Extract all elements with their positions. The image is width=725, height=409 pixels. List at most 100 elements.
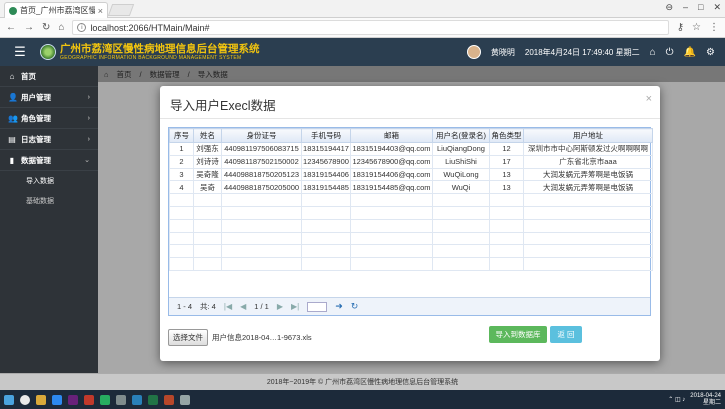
sidebar: ⌂ 首页 👤 用户管理 › 👥 角色管理 › ▤ 日志管理 › ▮ 数据管理 ⌄…	[0, 66, 98, 373]
table-row-empty	[169, 218, 653, 233]
table-row-empty	[169, 231, 653, 246]
chart-icon: ▮	[9, 155, 15, 165]
gear-icon[interactable]: ⚙	[706, 47, 715, 58]
table-cell: 13	[489, 180, 524, 195]
app-icon[interactable]	[116, 394, 126, 405]
table-cell: 刘强东	[193, 142, 222, 156]
column-header[interactable]: 序号	[169, 128, 194, 143]
log-icon: ▤	[8, 134, 16, 144]
avatar[interactable]	[466, 45, 481, 59]
column-header[interactable]: 角色类型	[489, 128, 524, 143]
url-field[interactable]: i localhost:2066/HTMain/Main#	[72, 20, 669, 35]
table-cell: 444098818750205000	[221, 180, 302, 195]
excel-icon[interactable]	[148, 394, 158, 405]
go-icon[interactable]: ➜	[335, 301, 343, 312]
sidebar-item-users[interactable]: 👤 用户管理 ›	[0, 87, 98, 108]
page-number-input[interactable]	[307, 301, 328, 312]
taskbar-weekday: 星期二	[702, 399, 721, 406]
column-header[interactable]: 手机号码	[301, 128, 351, 143]
table-cell: 12	[489, 142, 524, 156]
app-title: 广州市荔湾区慢性病地理信息后台管理系统	[60, 42, 260, 55]
bell-icon[interactable]: 🔔	[684, 47, 696, 58]
page-footer: 2018年~2019年 © 广州市荔湾区慢性病地理信息后台管理系统	[0, 373, 725, 390]
home-icon: ⌂	[104, 69, 109, 79]
windows-start-icon[interactable]	[4, 394, 14, 405]
sidebar-item-label: 日志管理	[21, 134, 51, 144]
close-tab-icon[interactable]: ×	[98, 6, 103, 16]
table-row[interactable]: 2 刘诗诗 440981187502150002 12345678900 123…	[169, 154, 653, 169]
sidebar-item-logs[interactable]: ▤ 日志管理 ›	[0, 129, 98, 150]
user-name: 黄晓明	[490, 47, 515, 57]
table-cell: 1	[169, 142, 194, 156]
table-row[interactable]: 4 吴奇 444098818750205000 18319154485 1831…	[169, 180, 653, 195]
table-cell: 大润发蜗元弄筹啊是电饭锅	[523, 180, 653, 195]
search-icon[interactable]	[20, 394, 30, 405]
table-row-empty	[169, 244, 653, 259]
power-icon[interactable]: ⏻	[666, 47, 674, 58]
maximize-icon[interactable]: □	[698, 2, 703, 13]
back-icon[interactable]: ←	[6, 22, 16, 33]
breadcrumb-home[interactable]: 首页	[117, 69, 132, 80]
breadcrumb: ⌂ 首页 / 数据管理 / 导入数据	[98, 66, 725, 82]
last-page-icon[interactable]: ▶|	[291, 302, 299, 311]
logo-icon	[40, 44, 56, 60]
chrome-icon[interactable]	[100, 394, 110, 405]
app-icon[interactable]	[84, 394, 94, 405]
column-header[interactable]: 用户名(登录名)	[432, 128, 490, 143]
minimize-icon[interactable]: –	[683, 2, 688, 13]
home-icon[interactable]: ⌂	[650, 47, 656, 58]
tray-icons[interactable]: ⌃ ◫ ♪	[668, 396, 685, 403]
visual-studio-icon[interactable]	[68, 394, 78, 405]
star-icon[interactable]: ☆	[692, 22, 701, 33]
column-header[interactable]: 用户地址	[523, 128, 653, 143]
key-icon[interactable]: ⚷	[677, 22, 684, 33]
sidebar-item-label: 数据管理	[21, 155, 51, 165]
data-grid: 序号 姓名 身份证号 手机号码 邮箱 用户名(登录名) 角色类型 用户地址 1 …	[168, 127, 653, 316]
back-button[interactable]: 返 回	[550, 326, 582, 343]
prev-page-icon[interactable]: ◀	[240, 302, 246, 311]
table-row[interactable]: 1 刘强东 440981197506083715 18315194417 183…	[169, 142, 653, 156]
new-tab-button[interactable]	[107, 4, 135, 16]
word-icon[interactable]	[132, 394, 142, 405]
home-icon: ⌂	[9, 71, 15, 81]
powerpoint-icon[interactable]	[164, 394, 174, 405]
users-icon: 👥	[8, 113, 18, 123]
profile-icon[interactable]: ⊖	[665, 2, 673, 13]
close-window-icon[interactable]: ✕	[713, 2, 721, 13]
hamburger-menu-icon[interactable]: ☰	[0, 44, 40, 60]
edge-icon[interactable]	[52, 394, 62, 405]
breadcrumb-section[interactable]: 数据管理	[150, 69, 180, 80]
import-to-db-button[interactable]: 导入到数据库	[489, 326, 547, 343]
refresh-icon[interactable]: ↻	[351, 301, 359, 312]
column-header[interactable]: 邮箱	[350, 128, 433, 143]
taskbar: ⌃ ◫ ♪ 2018-04-24 星期二	[0, 390, 725, 409]
forward-icon[interactable]: →	[24, 22, 34, 33]
sidebar-item-home[interactable]: ⌂ 首页	[0, 66, 98, 87]
column-header[interactable]: 身份证号	[221, 128, 302, 143]
table-row[interactable]: 3 吴奇隆 444098818750205123 18319154406 183…	[169, 167, 653, 182]
table-cell: 4	[169, 180, 194, 195]
breadcrumb-separator: /	[187, 69, 190, 79]
explorer-icon[interactable]	[36, 394, 46, 405]
table-cell: 18315194417	[301, 142, 351, 156]
table-cell: 17	[489, 154, 524, 169]
sidebar-item-roles[interactable]: 👥 角色管理 ›	[0, 108, 98, 129]
next-page-icon[interactable]: ▶	[277, 302, 283, 311]
menu-icon[interactable]: ⋮	[709, 22, 719, 33]
choose-file-button[interactable]: 选择文件	[168, 329, 208, 346]
sidebar-sub-import[interactable]: 导入数据	[0, 171, 98, 191]
file-picker: 选择文件 用户信息2018-04…1-9673.xls	[168, 329, 312, 346]
chevron-right-icon: ›	[87, 93, 90, 101]
sidebar-sub-base-data[interactable]: 基础数据	[0, 191, 98, 211]
close-icon[interactable]: ×	[646, 93, 652, 105]
column-header[interactable]: 姓名	[193, 128, 222, 143]
table-cell: 18315194403@qq.com	[350, 142, 433, 156]
browser-tab[interactable]: 首页_广州市荔湾区慢性… ×	[4, 2, 108, 18]
sidebar-item-data[interactable]: ▮ 数据管理 ⌄	[0, 150, 98, 171]
reload-icon[interactable]: ↻	[42, 22, 50, 33]
home-nav-icon[interactable]: ⌂	[58, 22, 64, 33]
modal-divider	[160, 118, 660, 119]
app-icon[interactable]	[180, 394, 190, 405]
first-page-icon[interactable]: |◀	[224, 302, 232, 311]
file-name: 用户信息2018-04…1-9673.xls	[212, 333, 312, 342]
